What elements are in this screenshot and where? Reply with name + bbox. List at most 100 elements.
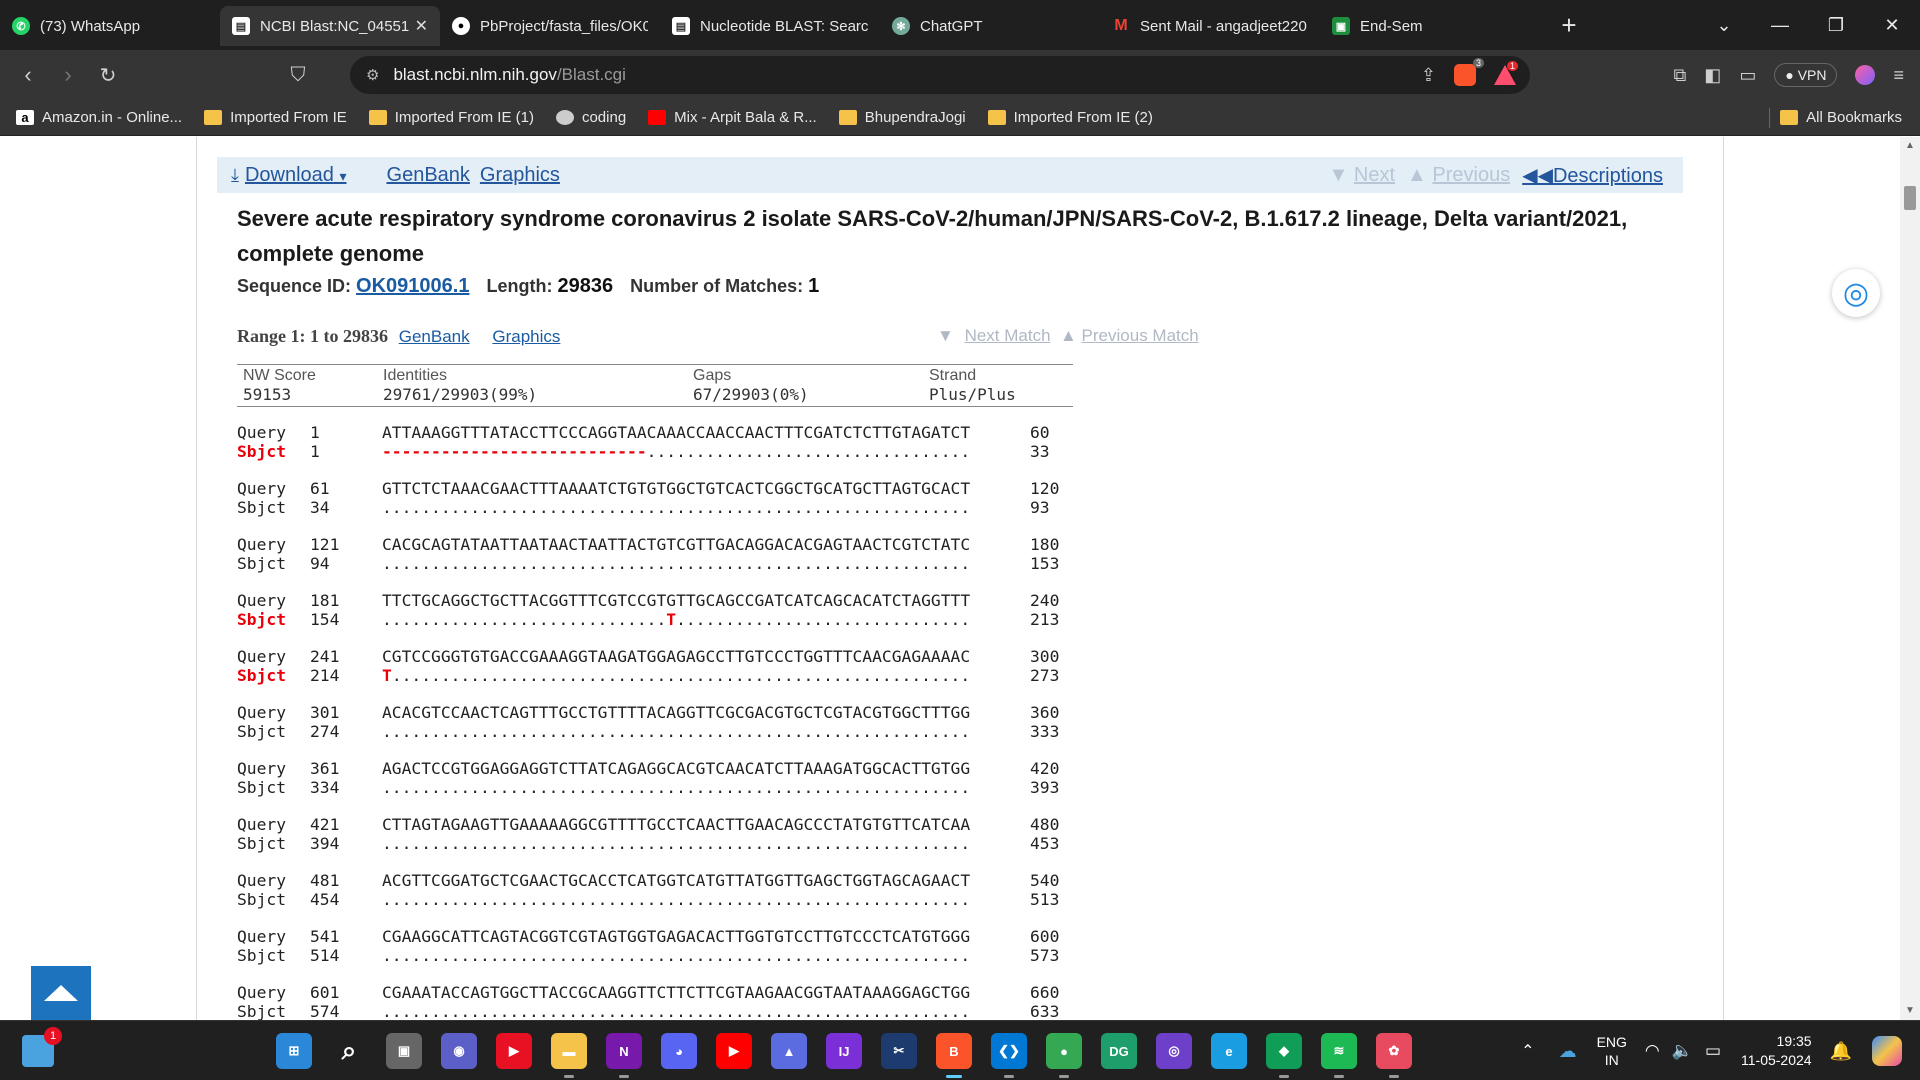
tab-search-icon[interactable]: ⌄ — [1696, 15, 1752, 36]
query-label: Query — [237, 871, 287, 890]
brave-rewards-icon[interactable]: 1 — [1494, 61, 1519, 85]
widgets-icon[interactable]: 1 — [22, 1027, 62, 1067]
site-settings-icon[interactable]: ⚙ — [366, 66, 379, 84]
range-label: Range 1: 1 to 29836 — [237, 326, 388, 346]
menu-icon[interactable]: ≡ — [1893, 65, 1904, 86]
bookmark-amazon[interactable]: a Amazon.in - Online... — [16, 109, 182, 126]
previous-match-link[interactable]: Previous Match — [1082, 326, 1199, 345]
forward-icon[interactable]: › — [48, 62, 88, 88]
brave-shields-icon[interactable]: 3 — [1454, 58, 1484, 86]
datagrip-icon[interactable]: DG — [1101, 1033, 1137, 1069]
start-icon[interactable]: ⊞ — [276, 1033, 312, 1069]
seq-id-link[interactable]: OK091006.1 — [356, 275, 469, 297]
tab-end-sem[interactable]: ▣ End-Sem — [1320, 6, 1540, 46]
prime-icon[interactable]: ▲ — [771, 1033, 807, 1069]
tab-whatsapp[interactable]: ✆ (73) WhatsApp — [0, 6, 220, 46]
discord-icon[interactable]: ◕ — [661, 1033, 697, 1069]
minimize-icon[interactable]: — — [1752, 15, 1808, 36]
bookmark-coding[interactable]: coding — [555, 109, 626, 126]
show-hidden-icons-icon[interactable]: ⌃ — [1521, 1041, 1534, 1061]
task-view-icon[interactable]: ▣ — [386, 1033, 422, 1069]
matches-value: 1 — [808, 275, 820, 297]
media-player-icon[interactable]: ▶ — [496, 1033, 532, 1069]
close-window-icon[interactable]: ✕ — [1864, 15, 1920, 36]
wifi-icon: ◠ — [1644, 1041, 1660, 1060]
page-scrollbar[interactable]: ▲ ▼ — [1900, 137, 1920, 1020]
vscode-icon[interactable]: ❮❯ — [991, 1033, 1027, 1078]
arrow-up-icon — [44, 985, 78, 1001]
tab-nucleotide-blast[interactable]: ▤ Nucleotide BLAST: Search — [660, 6, 880, 46]
windows-taskbar: 1 ⊞ ⌕ ▣ ◉ ▶ ▬ N ◕ ▶ ▲ IJ ✂ B ❮❯ ● DG ◎ e ◆ ≋ ✿ ⌃ ☁ ENG IN ◠ … — [0, 1020, 1920, 1080]
tab-title: PbProject/fasta_files/OK0 — [480, 17, 648, 35]
photos-icon[interactable]: ✿ — [1376, 1033, 1412, 1078]
brave-icon[interactable]: B — [936, 1033, 972, 1078]
vpn-button[interactable]: ● VPN — [1774, 63, 1838, 87]
wallet-icon[interactable]: ▭ — [1739, 65, 1756, 86]
notification-bell-icon[interactable]: 🔔 — [1830, 1041, 1852, 1062]
tab-gmail[interactable]: M Sent Mail - angadjeet220 — [1100, 6, 1320, 46]
query-label: Query — [237, 983, 287, 1002]
copilot-icon[interactable] — [1872, 1036, 1902, 1066]
language-indicator[interactable]: ENG IN — [1597, 1033, 1627, 1069]
file-explorer-icon[interactable]: ▬ — [551, 1033, 587, 1078]
extensions-icon[interactable]: ⧉ — [1673, 65, 1686, 86]
scroll-up-icon[interactable]: ▲ — [1900, 137, 1920, 155]
subject-row: Sbjct 214 T...............................… — [237, 666, 1683, 685]
bookmark-folder-bhupendrajogi[interactable]: BhupendraJogi — [838, 109, 966, 126]
previous-link[interactable]: ▲ Previous — [1407, 164, 1510, 187]
youtube-icon[interactable]: ▶ — [716, 1033, 752, 1069]
assistant-spiral-icon[interactable]: ◎ — [1832, 269, 1880, 317]
all-bookmarks-button[interactable]: All Bookmarks — [1780, 109, 1902, 126]
descriptions-link[interactable]: ◀◀Descriptions — [1522, 163, 1663, 188]
subject-start: 334 — [310, 778, 340, 797]
score-value: 59153 — [243, 385, 292, 404]
back-to-top-button[interactable] — [31, 966, 91, 1020]
back-icon[interactable]: ‹ — [8, 62, 48, 88]
range-genbank-link[interactable]: GenBank — [399, 327, 470, 346]
bookmark-folder-imported-ie[interactable]: Imported From IE — [204, 109, 347, 126]
subject-end: 93 — [1030, 498, 1050, 517]
subject-label: Sbjct — [237, 1002, 287, 1020]
onedrive-icon[interactable]: ☁ — [1559, 1041, 1577, 1062]
onenote-icon[interactable]: N — [606, 1033, 642, 1078]
chrome-icon[interactable]: ● — [1046, 1033, 1082, 1078]
github-desktop-icon[interactable]: ◎ — [1156, 1033, 1192, 1069]
capcut-icon[interactable]: ✂ — [881, 1033, 917, 1069]
drive-icon[interactable]: ◆ — [1266, 1033, 1302, 1078]
tab-chatgpt[interactable]: ✻ ChatGPT — [880, 6, 1100, 46]
tab-ncbi-blast-result[interactable]: ▤ NCBI Blast:NC_04551 ✕ — [220, 6, 440, 46]
query-start: 301 — [310, 703, 340, 722]
scroll-down-icon[interactable]: ▼ — [1900, 1002, 1920, 1020]
sidebar-icon[interactable]: ◧ — [1704, 65, 1721, 86]
intellij-icon[interactable]: IJ — [826, 1033, 862, 1069]
genbank-link[interactable]: GenBank — [387, 164, 470, 187]
bookmark-youtube-mix[interactable]: Mix - Arpit Bala & R... — [648, 109, 817, 126]
graphics-link[interactable]: Graphics — [480, 164, 560, 187]
download-link[interactable]: Download ▾ — [245, 164, 347, 187]
profile-avatar[interactable] — [1855, 65, 1876, 85]
bookmark-folder-imported-ie-1[interactable]: Imported From IE (1) — [368, 109, 534, 126]
new-tab-button[interactable]: + — [1554, 10, 1584, 41]
meet-icon[interactable]: ◉ — [441, 1033, 477, 1069]
taskbar-apps: ⊞ ⌕ ▣ ◉ ▶ ▬ N ◕ ▶ ▲ IJ ✂ B ❮❯ ● DG ◎ e ◆ ≋ ✿ — [276, 1021, 1412, 1080]
scrollbar-thumb[interactable] — [1904, 186, 1916, 210]
next-match-link[interactable]: Next Match — [965, 326, 1051, 345]
quick-settings[interactable]: ◠ 🔈 ▭ — [1645, 1041, 1721, 1061]
range-graphics-link[interactable]: Graphics — [492, 327, 560, 346]
restore-icon[interactable]: ❐ — [1808, 15, 1864, 36]
rewards-count: 1 — [1507, 61, 1519, 71]
edge-icon[interactable]: e — [1211, 1033, 1247, 1069]
close-tab-icon[interactable]: ✕ — [415, 16, 428, 36]
next-link[interactable]: ▼ Next — [1329, 164, 1395, 187]
bookmark-label: Imported From IE (1) — [394, 109, 534, 126]
share-icon[interactable]: ⇪ — [1421, 65, 1436, 86]
tab-github[interactable]: ● PbProject/fasta_files/OK0 — [440, 6, 660, 46]
search-icon[interactable]: ⌕ — [331, 1033, 367, 1069]
url-bar[interactable]: ⚙ blast.ncbi.nlm.nih.gov/Blast.cgi ⇪ 3 1 — [350, 56, 1530, 94]
spotify-icon[interactable]: ≋ — [1321, 1033, 1357, 1078]
bookmark-icon[interactable]: ⛉ — [278, 64, 318, 87]
bookmark-folder-imported-ie-2[interactable]: Imported From IE (2) — [987, 109, 1153, 126]
clock[interactable]: 19:35 11-05-2024 — [1741, 1032, 1812, 1070]
query-start: 241 — [310, 647, 340, 666]
reload-icon[interactable]: ↻ — [88, 63, 128, 88]
